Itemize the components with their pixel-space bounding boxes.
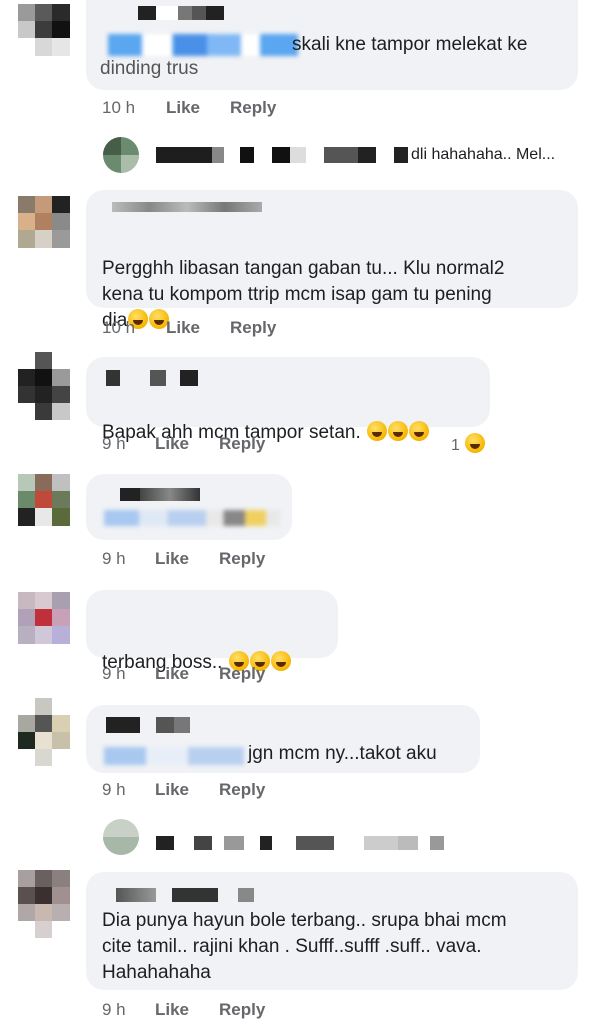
comment-text-line2: dinding trus xyxy=(100,58,199,79)
reply-preview-text[interactable]: dli hahahaha.. Mel... xyxy=(411,146,555,164)
laughing-emoji-icon xyxy=(388,421,409,441)
commenter-name-redacted xyxy=(106,717,190,733)
reply-button[interactable]: Reply xyxy=(219,549,265,569)
mention-redacted xyxy=(108,34,298,56)
reply-button[interactable]: Reply xyxy=(219,434,265,454)
comment-text: jgn mcm ny...takot aku xyxy=(248,743,437,764)
avatar[interactable] xyxy=(18,352,70,422)
commenter-name-redacted xyxy=(120,488,200,501)
reply-button[interactable]: Reply xyxy=(230,318,276,338)
reply-button[interactable]: Reply xyxy=(219,1000,265,1020)
like-button[interactable]: Like xyxy=(155,664,189,684)
comment-text: Bapak ahh mcm tampor setan. xyxy=(102,394,430,446)
avatar[interactable] xyxy=(18,870,70,938)
like-button[interactable]: Like xyxy=(155,1000,189,1020)
like-button[interactable]: Like xyxy=(155,434,189,454)
reply-button[interactable]: Reply xyxy=(219,780,265,800)
comment-bubble[interactable] xyxy=(86,474,292,540)
comment-bubble[interactable]: Pergghh libasan tangan gaban tu... Klu n… xyxy=(86,190,578,331)
comment-time: 9 h xyxy=(102,664,126,683)
commenter-name-redacted xyxy=(112,202,262,212)
comment-time: 9 h xyxy=(102,549,126,568)
mention-redacted xyxy=(104,747,244,765)
comment-time: 9 h xyxy=(102,1000,126,1019)
like-button[interactable]: Like xyxy=(155,549,189,569)
comment-bubble[interactable]: Dia punya hayun bole terbang.. srupa bha… xyxy=(86,872,578,990)
comment-bubble[interactable]: skali kne tampor melekat ke dinding trus xyxy=(86,0,578,90)
like-button[interactable]: Like xyxy=(166,98,200,118)
reply-avatar[interactable] xyxy=(103,137,139,173)
avatar[interactable] xyxy=(18,592,70,644)
like-button[interactable]: Like xyxy=(155,780,189,800)
comment-bubble[interactable]: Bapak ahh mcm tampor setan. xyxy=(86,357,490,443)
comment-time: 9 h xyxy=(102,780,126,799)
comment-text: Pergghh libasan tangan gaban tu... Klu n… xyxy=(102,258,505,331)
avatar[interactable] xyxy=(18,196,70,248)
laughing-emoji-icon xyxy=(409,421,430,441)
avatar[interactable] xyxy=(18,698,70,766)
reply-button[interactable]: Reply xyxy=(219,664,265,684)
haha-reaction-icon xyxy=(465,433,486,453)
comment-bubble[interactable]: terbang boss.. xyxy=(86,590,338,673)
winking-tongue-emoji-icon xyxy=(270,651,291,671)
commenter-name-redacted xyxy=(106,370,198,386)
commenter-name-redacted xyxy=(116,888,254,902)
comment-time: 10 h xyxy=(102,318,136,337)
avatar[interactable] xyxy=(18,474,70,526)
replier-name-redacted xyxy=(156,147,408,163)
reply-button[interactable]: Reply xyxy=(230,98,276,118)
avatar[interactable] xyxy=(18,4,70,56)
replier-name-redacted xyxy=(156,836,444,850)
commenter-name-redacted xyxy=(138,6,224,20)
reply-avatar[interactable] xyxy=(103,819,139,855)
mention-redacted xyxy=(104,510,280,526)
comment-time: 10 h xyxy=(102,98,136,117)
reaction-count[interactable]: 1 xyxy=(451,433,486,455)
like-button[interactable]: Like xyxy=(166,318,200,338)
comment-text: Dia punya hayun bole terbang.. srupa bha… xyxy=(102,910,507,983)
comment-bubble[interactable]: jgn mcm ny...takot aku xyxy=(86,705,480,773)
comment-text: skali kne tampor melekat ke xyxy=(292,34,528,55)
comment-time: 9 h xyxy=(102,434,126,453)
laughing-emoji-icon xyxy=(367,421,388,441)
